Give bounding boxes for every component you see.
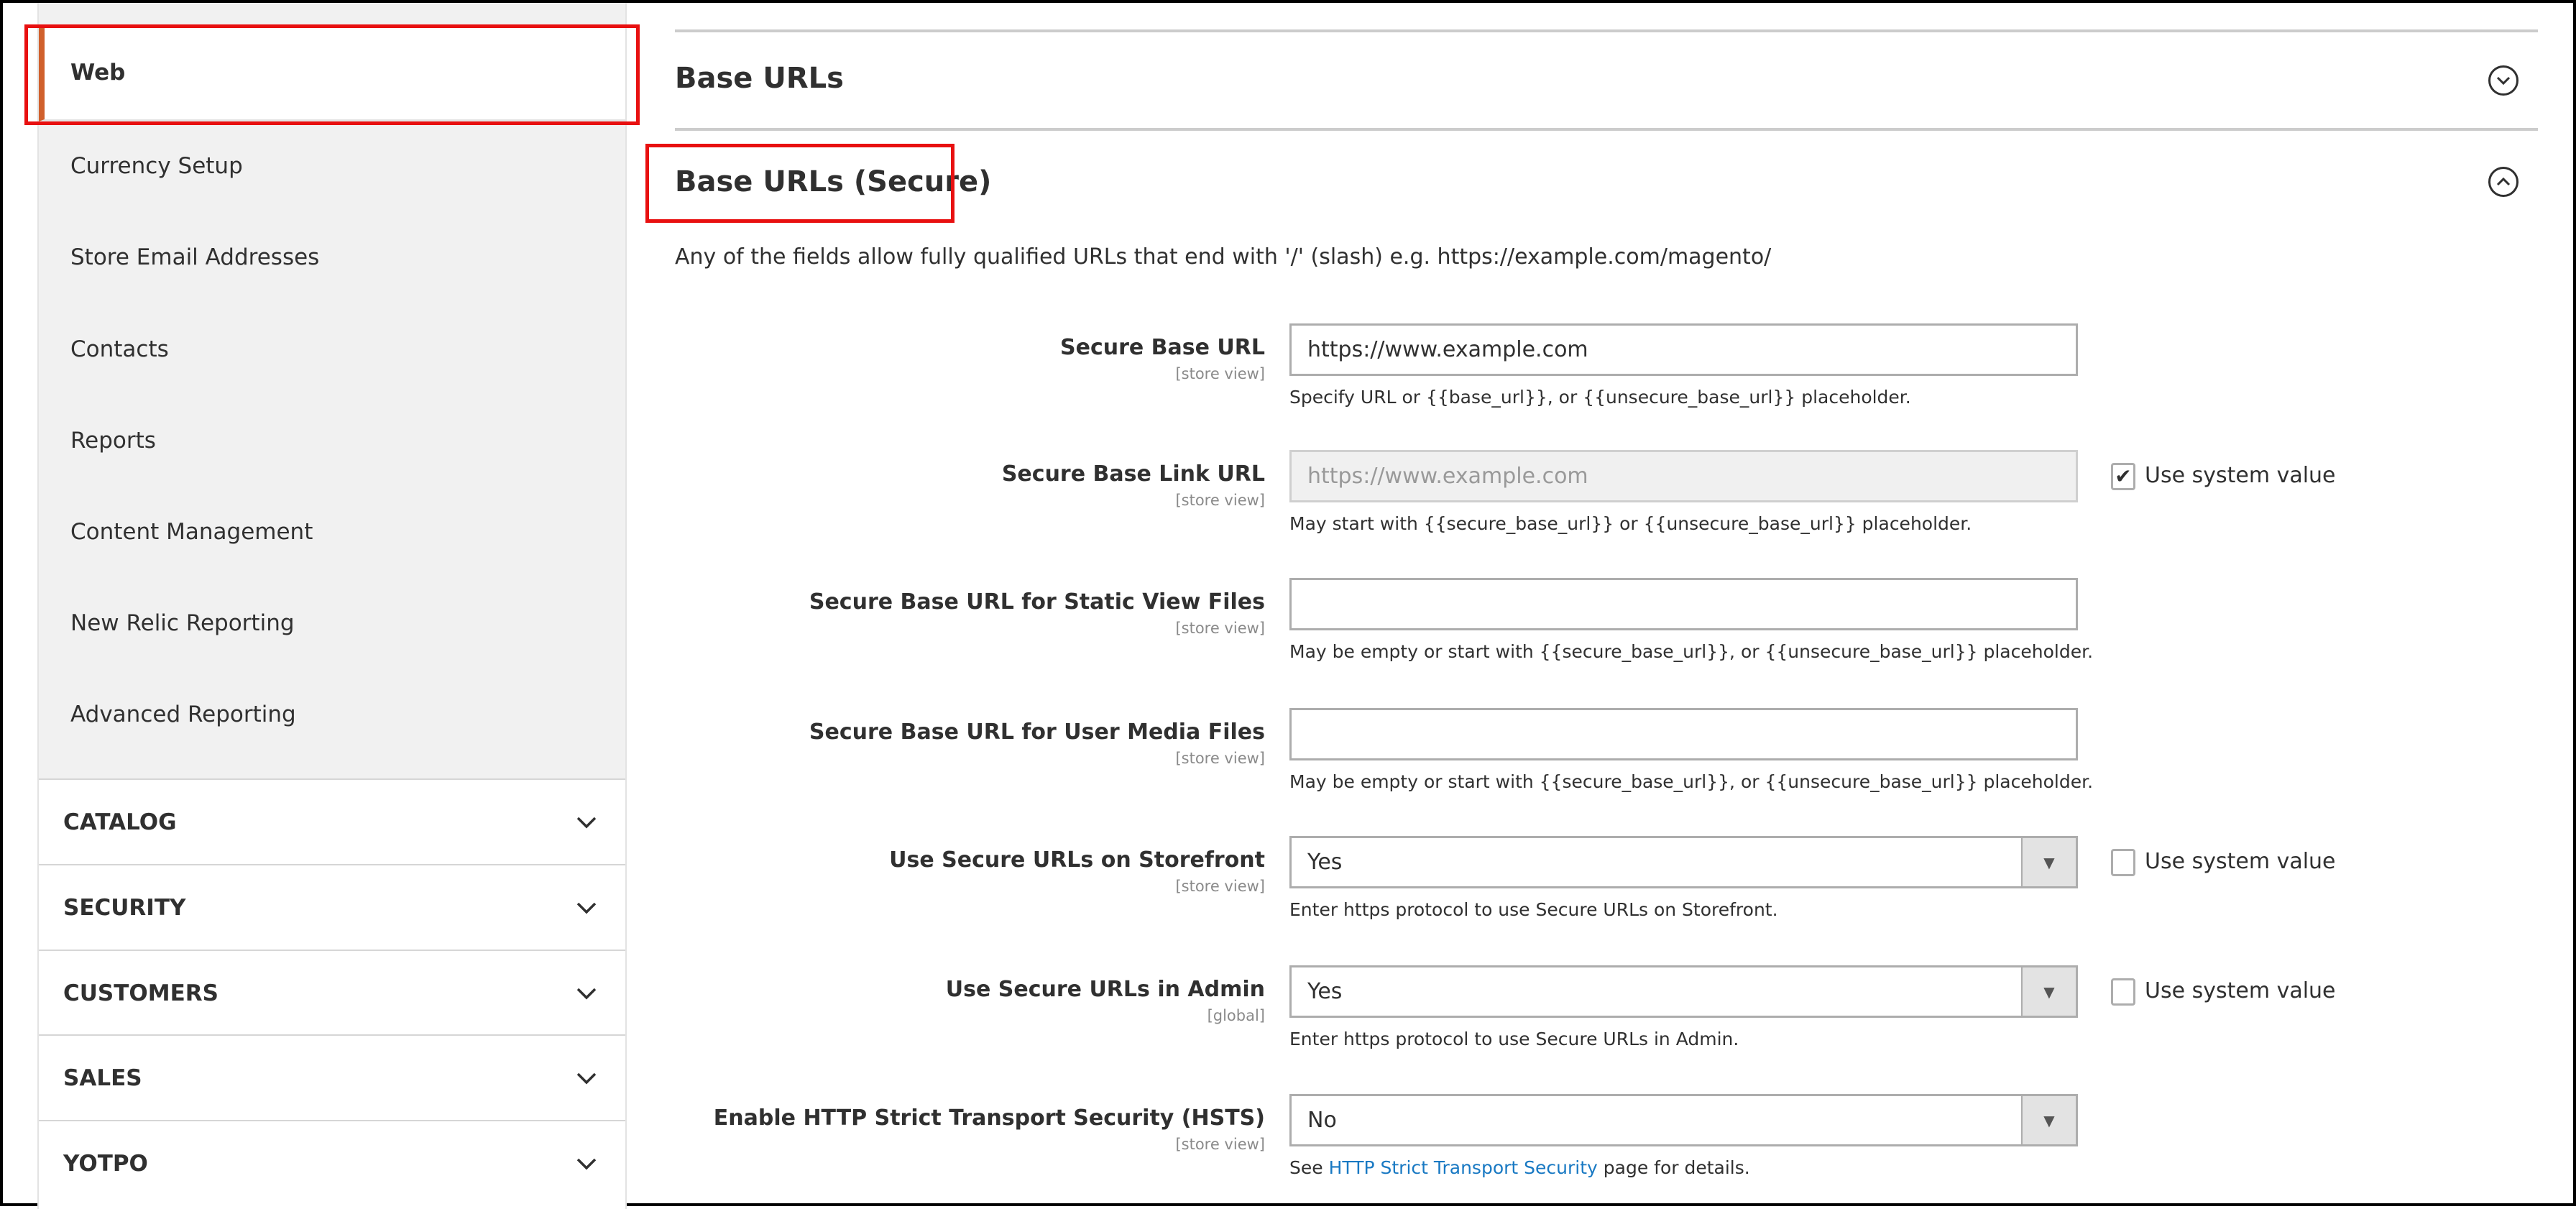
field-scope: [global] [1207,1007,1265,1024]
field-scope: [store view] [1175,1136,1265,1153]
section-base-urls-title[interactable]: Base URLs [675,62,844,95]
field-secure-urls-storefront: Use Secure URLs on Storefront [store vie… [3,836,2576,944]
secure-base-url-input[interactable]: https://www.example.com [1289,323,2078,376]
sidebar-item-label: Store Email Addresses [70,244,320,270]
hint-text: page for details. [1597,1157,1750,1178]
use-system-value-checkbox[interactable] [2111,978,2135,1006]
secure-urls-admin-select[interactable]: Yes ▼ [1289,965,2078,1018]
chevron-up-circle-icon[interactable] [2488,167,2518,197]
field-scope: [store view] [1175,365,1265,382]
field-label: Secure Base URL [1059,335,1265,360]
field-hint: Specify URL or {{base_url}}, or {{unsecu… [1289,387,1911,408]
chevron-down-circle-icon[interactable] [2488,65,2518,96]
field-hint: May be empty or start with {{secure_base… [1289,771,2094,792]
select-value: Yes [1307,850,1343,875]
field-static-view-files: Secure Base URL for Static View Files [s… [3,578,2576,686]
use-system-value-checkbox[interactable]: ✔ [2111,463,2135,490]
field-user-media-files: Secure Base URL for User Media Files [st… [3,708,2576,816]
use-system-value-label[interactable]: Use system value [2145,978,2336,1003]
static-view-files-url-input[interactable] [1289,578,2078,630]
dropdown-arrow-icon[interactable]: ▼ [2021,967,2076,1016]
use-system-value-checkbox[interactable] [2111,849,2135,876]
field-hint: See HTTP Strict Transport Security page … [1289,1157,1750,1178]
field-secure-base-url: Secure Base URL [store view] https://www… [3,323,2576,431]
use-system-value-label[interactable]: Use system value [2145,463,2336,488]
field-hint: May be empty or start with {{secure_base… [1289,641,2094,662]
field-label: Enable HTTP Strict Transport Security (H… [713,1105,1265,1131]
sidebar-item-label: Currency Setup [70,152,243,179]
field-secure-urls-admin: Use Secure URLs in Admin [global] Yes ▼ U… [3,965,2576,1073]
dropdown-arrow-icon[interactable]: ▼ [2021,838,2076,886]
field-scope: [store view] [1175,492,1265,509]
field-scope: [store view] [1175,750,1265,767]
field-label: Secure Base URL for User Media Files [809,720,1265,745]
divider [675,128,2538,131]
field-hint: Enter https protocol to use Secure URLs … [1289,1029,1739,1049]
section-description: Any of the fields allow fully qualified … [675,244,1772,270]
dropdown-arrow-icon[interactable]: ▼ [2021,1096,2076,1144]
chevron-down-icon [576,1072,597,1084]
highlight-web [24,24,640,125]
field-hint: Enter https protocol to use Secure URLs … [1289,899,1778,920]
field-label: Secure Base Link URL [1001,461,1265,487]
hsts-select[interactable]: No ▼ [1289,1094,2078,1146]
divider [675,29,2538,32]
hsts-link[interactable]: HTTP Strict Transport Security [1329,1157,1598,1178]
hint-text: See [1289,1157,1329,1178]
select-value: Yes [1307,979,1343,1004]
highlight-secure-section [645,144,954,223]
field-label: Use Secure URLs in Admin [945,977,1265,1002]
secure-base-link-url-input[interactable]: https://www.example.com [1289,450,2078,502]
secure-urls-storefront-select[interactable]: Yes ▼ [1289,836,2078,888]
field-hint: May start with {{secure_base_url}} or {{… [1289,513,1972,534]
field-hsts: Enable HTTP Strict Transport Security (H… [3,1094,2576,1202]
sidebar-item-currency-setup[interactable]: Currency Setup [39,120,625,211]
field-scope: [store view] [1175,620,1265,637]
field-scope: [store view] [1175,878,1265,895]
field-label: Use Secure URLs on Storefront [889,847,1265,873]
field-secure-base-link-url: Secure Base Link URL [store view] https:… [3,450,2576,558]
user-media-files-url-input[interactable] [1289,708,2078,760]
sidebar-item-store-email-addresses[interactable]: Store Email Addresses [39,211,625,303]
select-value: No [1307,1108,1337,1133]
chevron-down-icon [576,817,597,828]
use-system-value-label[interactable]: Use system value [2145,849,2336,874]
field-label: Secure Base URL for Static View Files [809,589,1265,615]
